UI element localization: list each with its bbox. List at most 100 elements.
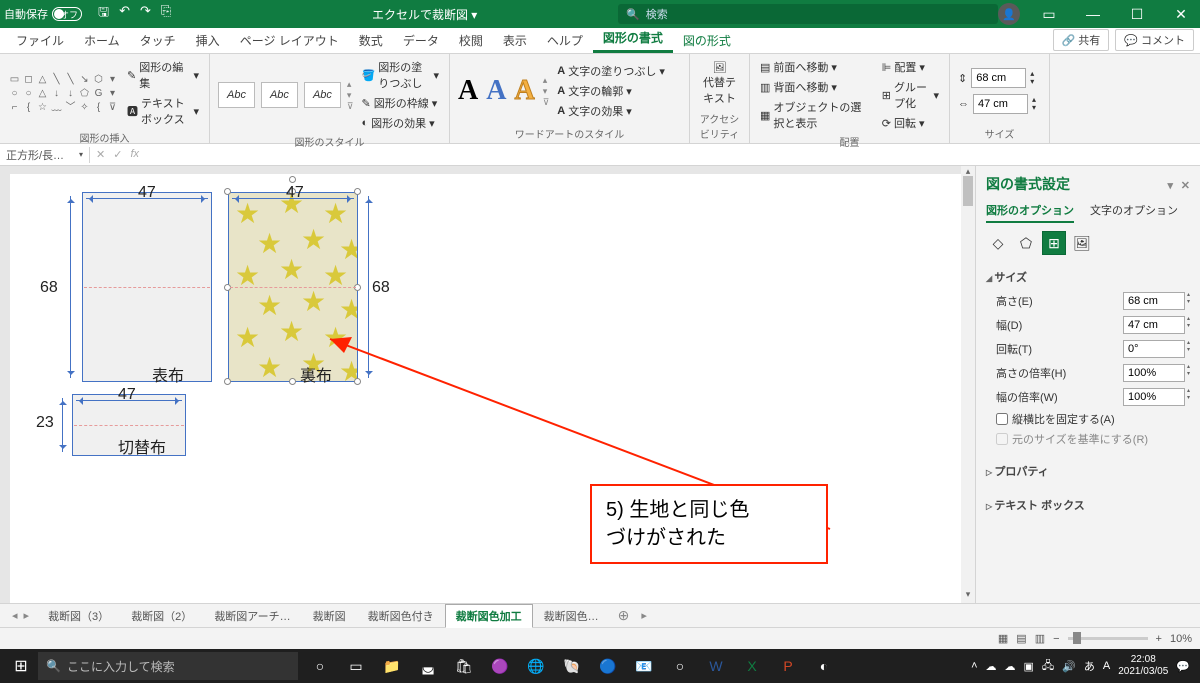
comments-button[interactable]: 💬 コメント bbox=[1115, 29, 1194, 51]
sheet-tab[interactable]: 裁断図色… bbox=[533, 604, 610, 628]
tab-help[interactable]: ヘルプ bbox=[537, 28, 593, 53]
sheet-tab[interactable]: 裁断図 bbox=[302, 604, 357, 628]
powerpoint-icon[interactable]: P bbox=[772, 650, 804, 682]
text-effects-button[interactable]: A 文字の効果 ▾ bbox=[555, 102, 667, 120]
wordart-gallery[interactable]: A A A ▴▾⊽ bbox=[458, 75, 549, 108]
shape-height-input[interactable]: ⇕ ▴▾ bbox=[958, 68, 1036, 88]
tab-shape-format[interactable]: 図形の書式 bbox=[593, 25, 673, 53]
tray-network-icon[interactable]: 🖧 bbox=[1042, 657, 1054, 676]
tray-onedrive-icon[interactable]: ☁ bbox=[1005, 660, 1016, 673]
search-box[interactable]: 🔍 検索 bbox=[618, 4, 998, 24]
lock-ratio-checkbox[interactable]: 縦横比を固定する(A) bbox=[986, 409, 1190, 429]
start-button[interactable]: ⊞ bbox=[4, 649, 38, 683]
zoom-in-icon[interactable]: + bbox=[1156, 633, 1162, 645]
selection-pane-button[interactable]: ▦ オブジェクトの選択と表示 bbox=[758, 98, 874, 132]
cancel-icon[interactable]: ✕ bbox=[96, 148, 105, 161]
tab-touch[interactable]: タッチ bbox=[130, 28, 186, 53]
shape-gallery[interactable]: ▭◻△╲╲↘⬡▾ ○○△↓↓⬠G▾ ⌐{☆﹏﹀✧{⊽ bbox=[8, 73, 119, 114]
zoom-level[interactable]: 10% bbox=[1170, 633, 1192, 645]
fill-line-icon[interactable]: ◇ bbox=[986, 231, 1010, 255]
zoom-out-icon[interactable]: − bbox=[1053, 633, 1059, 645]
tab-picture-format[interactable]: 図の形式 bbox=[673, 28, 741, 53]
autosave-toggle[interactable]: 自動保存 オフ bbox=[4, 6, 82, 22]
sheet-tab[interactable]: 裁断図（2） bbox=[120, 604, 203, 628]
rotate-button[interactable]: ⟳ 回転 ▾ bbox=[880, 114, 941, 132]
sheet-nav-more[interactable]: ▸ bbox=[641, 609, 647, 622]
edge-icon[interactable]: 🌐 bbox=[520, 650, 552, 682]
shape-style-preset-1[interactable]: Abc bbox=[218, 82, 255, 108]
share-button[interactable]: 🔗 共有 bbox=[1053, 29, 1110, 51]
pane-menu-icon[interactable]: ▾ bbox=[1167, 180, 1173, 192]
name-box[interactable]: 正方形/長…▾ bbox=[0, 147, 90, 163]
app4-icon[interactable]: 🔵 bbox=[592, 650, 624, 682]
explorer-icon[interactable]: 📁 bbox=[376, 650, 408, 682]
sheet-tab[interactable]: 裁断図色付き bbox=[357, 604, 445, 628]
section-textbox[interactable]: テキスト ボックス bbox=[986, 493, 1190, 517]
excel-icon[interactable]: X bbox=[736, 650, 768, 682]
send-backward-button[interactable]: ▥ 背面へ移動 ▾ bbox=[758, 78, 874, 96]
sheet-nav-prev[interactable]: ◂ bbox=[12, 609, 18, 622]
size-properties-icon[interactable]: ⊞ bbox=[1042, 231, 1066, 255]
tray-chevron-icon[interactable]: ˄ bbox=[971, 660, 977, 672]
vertical-scrollbar[interactable]: ▴▾ bbox=[961, 166, 975, 603]
user-avatar[interactable]: 👤 bbox=[998, 3, 1020, 25]
edit-shape-button[interactable]: ✎ 図形の編集 ▾ bbox=[125, 58, 201, 92]
tray-a-icon[interactable]: A bbox=[1103, 660, 1110, 672]
app2-icon[interactable]: 🟣 bbox=[484, 650, 516, 682]
align-button[interactable]: ⊫ 配置 ▾ bbox=[880, 58, 941, 76]
shape-style-preset-2[interactable]: Abc bbox=[261, 82, 298, 108]
tray-app-icon[interactable]: ▣ bbox=[1024, 660, 1034, 673]
minimize-button[interactable]: — bbox=[1078, 6, 1108, 22]
zoom-slider[interactable] bbox=[1068, 637, 1148, 640]
shape-style-preset-3[interactable]: Abc bbox=[304, 82, 341, 108]
tab-formulas[interactable]: 数式 bbox=[349, 28, 393, 53]
group-button[interactable]: ⊞ グループ化 ▾ bbox=[880, 78, 941, 112]
shape-outline-button[interactable]: ✎ 図形の枠線 ▾ bbox=[360, 94, 442, 112]
section-properties[interactable]: プロパティ bbox=[986, 459, 1190, 483]
shape-options-tab[interactable]: 図形のオプション bbox=[986, 202, 1074, 223]
bring-forward-button[interactable]: ▤ 前面へ移動 ▾ bbox=[758, 58, 874, 76]
tab-review[interactable]: 校閲 bbox=[449, 28, 493, 53]
text-options-tab[interactable]: 文字のオプション bbox=[1090, 202, 1178, 223]
canvas-area[interactable]: 47 68 表布 ★★★ ★★★ ★★★ ★★★ ★★★ ★★★ bbox=[0, 166, 975, 603]
width-input[interactable] bbox=[1123, 316, 1185, 334]
sheet-tab-active[interactable]: 裁断図色加工 bbox=[445, 604, 533, 628]
redo-icon[interactable]: ↷ bbox=[140, 3, 151, 25]
ribbon-display-icon[interactable]: ▭ bbox=[1034, 6, 1064, 23]
cortana-icon[interactable]: ○ bbox=[304, 650, 336, 682]
alt-text-button[interactable]: 🖼代替テキスト bbox=[698, 61, 741, 106]
shape-width-input[interactable]: ⇔ ▴▾ bbox=[958, 94, 1036, 114]
shape-effects-button[interactable]: ◐ 図形の効果 ▾ bbox=[360, 114, 442, 132]
app-icon[interactable]: ◛ bbox=[412, 650, 444, 682]
taskbar-clock[interactable]: 22:082021/03/05 bbox=[1118, 654, 1168, 678]
height-input[interactable] bbox=[1123, 292, 1185, 310]
effects-icon[interactable]: ⬠ bbox=[1014, 231, 1038, 255]
pagelayout-view-icon[interactable]: ▤ bbox=[1016, 632, 1026, 645]
notification-icon[interactable]: 💬 bbox=[1176, 660, 1190, 673]
tab-data[interactable]: データ bbox=[393, 28, 449, 53]
close-button[interactable]: ✕ bbox=[1166, 6, 1196, 23]
tab-pagelayout[interactable]: ページ レイアウト bbox=[230, 28, 349, 53]
sheet-tab[interactable]: 裁断図アーチ… bbox=[203, 604, 301, 628]
text-outline-button[interactable]: A 文字の輪郭 ▾ bbox=[555, 82, 667, 100]
sel-handle[interactable] bbox=[354, 188, 361, 195]
tab-insert[interactable]: 挿入 bbox=[186, 28, 230, 53]
app5-icon[interactable]: ○ bbox=[664, 650, 696, 682]
taskview-icon[interactable]: ▭ bbox=[340, 650, 372, 682]
taskbar-search[interactable]: 🔍 ここに入力して検索 bbox=[38, 652, 298, 680]
sel-handle[interactable] bbox=[224, 378, 231, 385]
enter-icon[interactable]: ✓ bbox=[113, 148, 122, 161]
tray-cloud-icon[interactable]: ☁ bbox=[986, 660, 997, 673]
section-size[interactable]: サイズ bbox=[986, 265, 1190, 289]
scalew-input[interactable] bbox=[1123, 388, 1185, 406]
pagebreak-view-icon[interactable]: ▥ bbox=[1035, 632, 1045, 645]
maximize-button[interactable]: ☐ bbox=[1122, 6, 1152, 23]
sheet-tab[interactable]: 裁断図（3） bbox=[37, 604, 120, 628]
app6-icon[interactable]: ◐ bbox=[808, 650, 840, 682]
app3-icon[interactable]: 🐚 bbox=[556, 650, 588, 682]
undo-icon[interactable]: ↶ bbox=[119, 3, 130, 25]
tray-ime-icon[interactable]: あ bbox=[1084, 658, 1095, 674]
picture-icon[interactable]: 🖼 bbox=[1070, 231, 1094, 255]
tray-volume-icon[interactable]: 🔊 bbox=[1062, 660, 1076, 673]
add-sheet-button[interactable]: ⊕ bbox=[610, 607, 638, 624]
